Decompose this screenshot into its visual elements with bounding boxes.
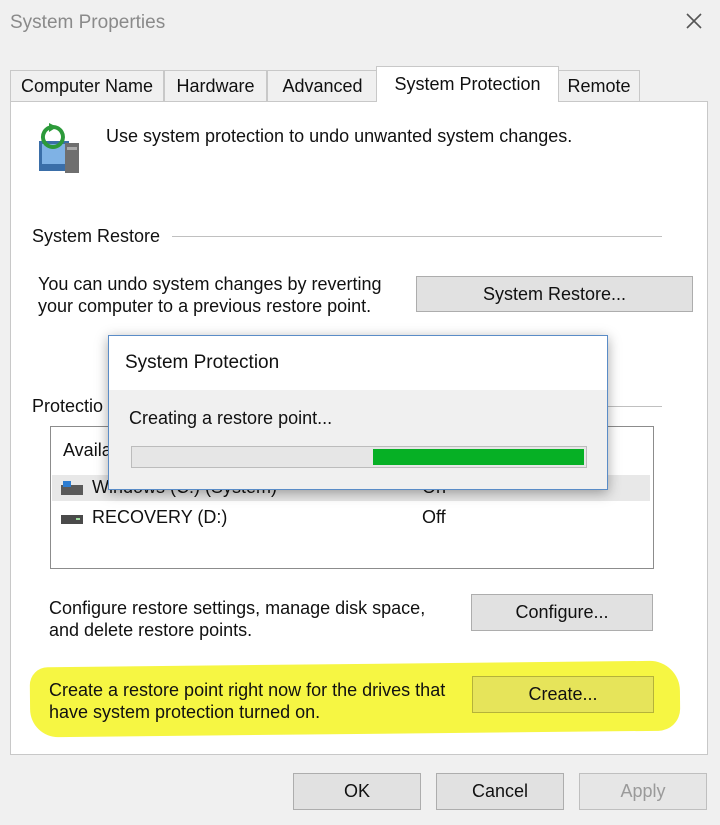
windows-drive-icon (61, 481, 83, 495)
system-restore-divider (172, 236, 662, 237)
cancel-button[interactable]: Cancel (436, 773, 564, 810)
create-button[interactable]: Create... (472, 676, 654, 713)
ok-button[interactable]: OK (293, 773, 421, 810)
close-icon[interactable] (681, 8, 707, 34)
drive-icon (61, 515, 83, 524)
dialog-message: Creating a restore point... (129, 408, 333, 428)
intro-text: Use system protection to undo unwanted s… (106, 126, 573, 146)
progress-bar-fill (373, 449, 584, 465)
configure-button[interactable]: Configure... (471, 594, 653, 631)
drive-status: Off (422, 507, 446, 527)
drive-name: RECOVERY (D:) (92, 507, 228, 527)
system-restore-button[interactable]: System Restore... (416, 276, 693, 312)
dialog-body: Creating a restore point... (109, 390, 607, 489)
tab-computer-name[interactable]: Computer Name (10, 70, 164, 101)
dialog-title: System Protection (125, 352, 280, 373)
window-title: System Properties (10, 12, 166, 33)
system-protection-icon (35, 123, 87, 179)
drive-row-recovery[interactable]: RECOVERY (D:) Off (52, 505, 650, 531)
tab-remote[interactable]: Remote (558, 70, 640, 101)
apply-button[interactable]: Apply (579, 773, 707, 810)
tab-hardware[interactable]: Hardware (164, 70, 267, 101)
system-properties-window: System Properties Computer Name Hardware… (0, 0, 720, 825)
system-restore-description: You can undo system changes by reverting… (38, 274, 382, 316)
protection-settings-group-label: Protectio (32, 396, 104, 417)
tab-system-protection[interactable]: System Protection (376, 66, 559, 102)
progress-bar (131, 446, 587, 468)
tab-advanced[interactable]: Advanced (267, 70, 378, 101)
system-restore-group-label: System Restore (32, 226, 169, 247)
system-protection-dialog: System Protection Creating a restore poi… (108, 335, 608, 490)
configure-description: Configure restore settings, manage disk … (49, 598, 426, 640)
list-header-available-drives: Availa (63, 440, 112, 460)
create-description: Create a restore point right now for the… (49, 680, 446, 722)
